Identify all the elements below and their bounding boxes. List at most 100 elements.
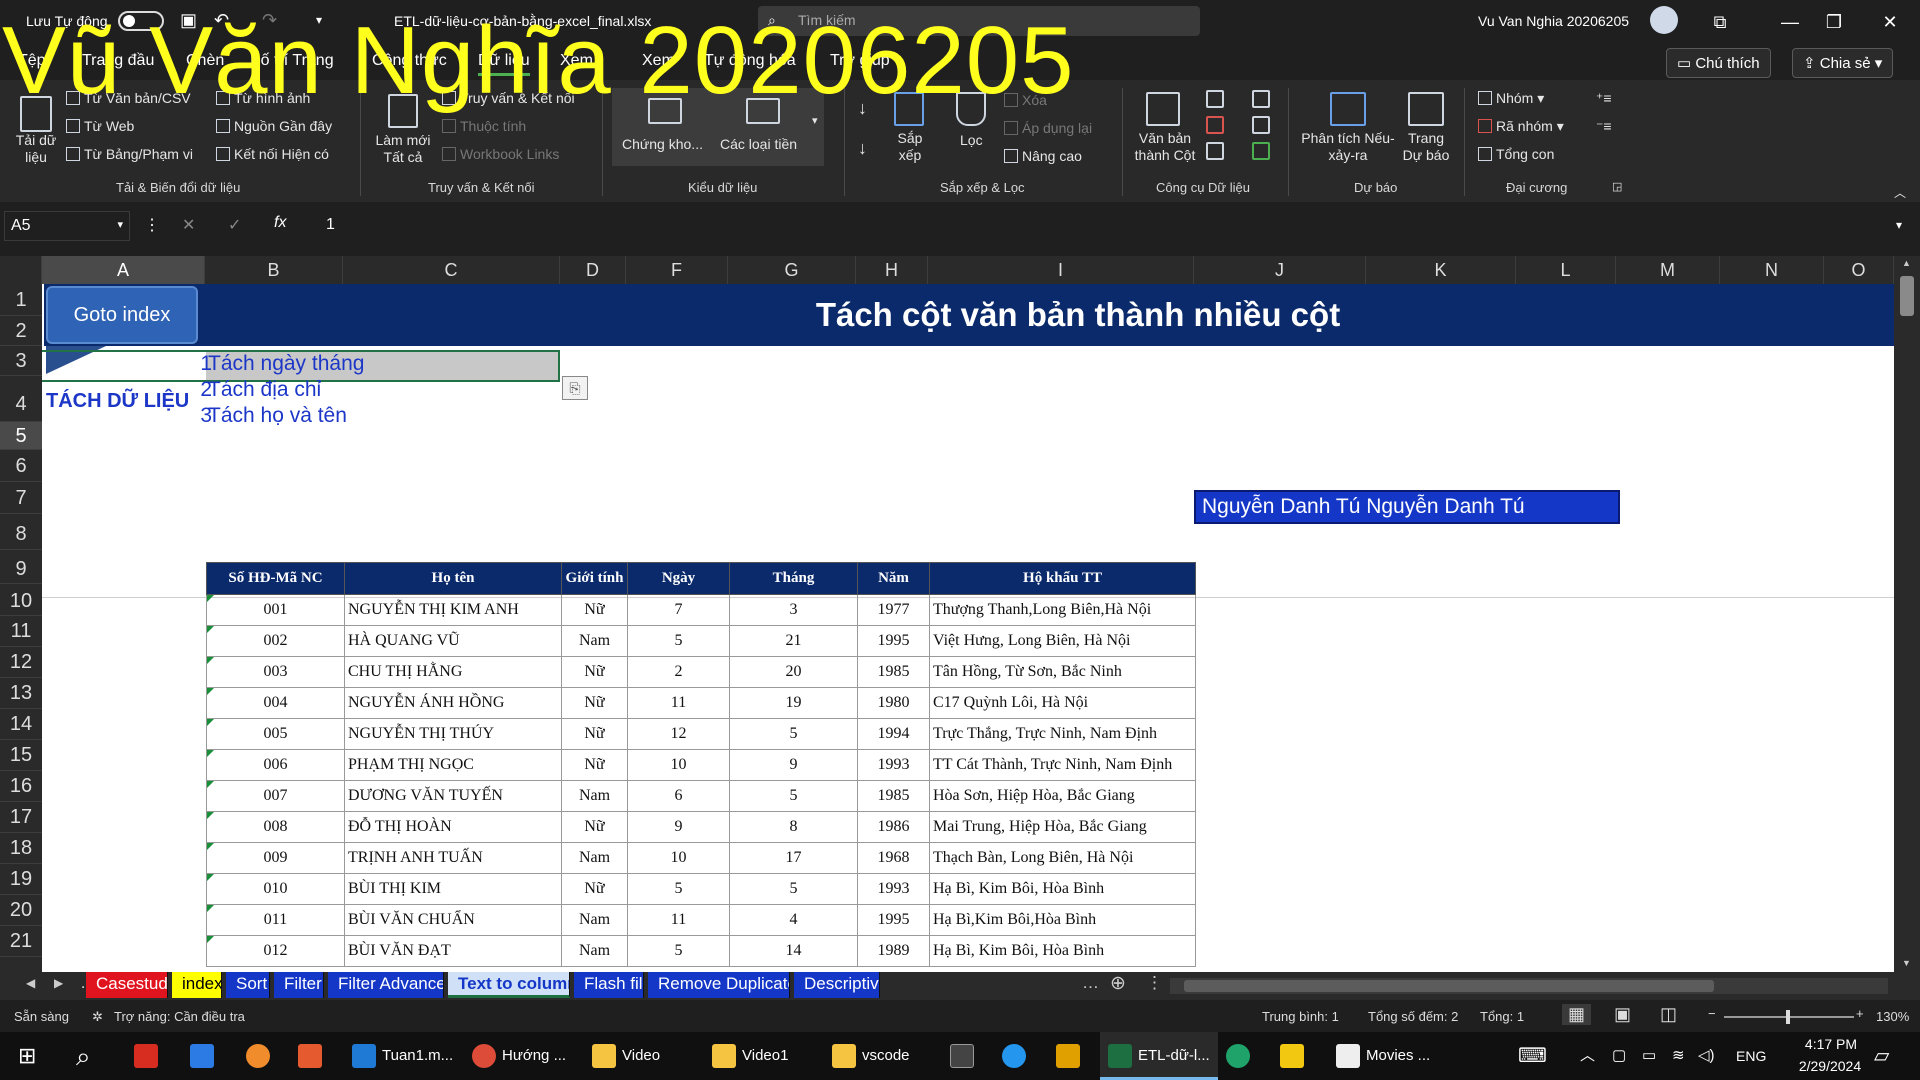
table-cell[interactable]: 1994 [857, 718, 930, 750]
language-indicator[interactable]: ENG [1736, 1032, 1766, 1080]
table-cell[interactable]: Thạch Bàn, Long Biên, Hà Nội [929, 842, 1196, 874]
forecast-sheet-button[interactable]: Trang Dự báo [1400, 130, 1452, 164]
row-header[interactable]: 5 [0, 422, 42, 450]
table-cell[interactable]: 1980 [857, 687, 930, 719]
col-header-i[interactable]: I [928, 256, 1194, 284]
row-header[interactable]: 9 [0, 550, 42, 584]
app-search-icon[interactable] [246, 1032, 276, 1080]
row-header[interactable]: 8 [0, 514, 42, 550]
share-button[interactable]: ⇪ Chia sẻ ▾ [1792, 48, 1894, 78]
flash-fill-icon[interactable] [1206, 90, 1224, 108]
taskbar-app-excel[interactable]: ETL-dữ-l... [1100, 1032, 1218, 1080]
table-cell[interactable]: 1985 [857, 780, 930, 812]
list-item-link[interactable]: Tách ngày tháng [208, 352, 364, 376]
table-cell[interactable]: 007 [206, 780, 345, 812]
col-header-h[interactable]: H [856, 256, 928, 284]
row-header[interactable]: 13 [0, 678, 42, 709]
taskbar-app-folder-video1[interactable]: Video1 [706, 1032, 794, 1080]
dialog-launcher-icon[interactable]: ◲ [1612, 180, 1622, 193]
row-header[interactable]: 15 [0, 740, 42, 771]
col-header-a[interactable]: A [42, 256, 205, 284]
table-cell[interactable]: 1986 [857, 811, 930, 843]
zoom-level[interactable]: 130% [1876, 1009, 1909, 1024]
existing-connections-button[interactable]: Kết nối Hiện có [216, 146, 329, 162]
reapply-button[interactable]: Áp dụng lại [1004, 120, 1092, 136]
col-header-o[interactable]: O [1824, 256, 1894, 284]
table-cell[interactable]: 10 [627, 842, 730, 874]
col-header-k[interactable]: K [1366, 256, 1516, 284]
wifi-icon[interactable]: ≋ [1672, 1032, 1685, 1080]
scroll-up-icon[interactable]: ▲ [1902, 258, 1911, 268]
sum-value[interactable]: Tổng: 1 [1480, 1009, 1524, 1024]
table-cell[interactable]: 6 [627, 780, 730, 812]
windows-start-icon[interactable]: ⊞ [18, 1032, 36, 1080]
table-cell[interactable]: Nữ [561, 749, 628, 781]
device-icon[interactable]: ▢ [1612, 1032, 1626, 1080]
goto-index-button[interactable]: Goto index [46, 286, 198, 344]
subtotal-button[interactable]: Tổng con [1478, 146, 1554, 162]
table-cell[interactable]: 010 [206, 873, 345, 905]
zoom-out-icon[interactable]: − [1708, 1006, 1716, 1021]
comments-button[interactable]: ▭ Chú thích [1666, 48, 1771, 78]
table-cell[interactable]: 1985 [857, 656, 930, 688]
row-header[interactable]: 7 [0, 482, 42, 514]
table-header[interactable]: Họ tên [344, 562, 562, 595]
table-cell[interactable]: Nam [561, 842, 628, 874]
table-header[interactable]: Số HĐ-Mã NC [206, 562, 345, 595]
table-cell[interactable]: Thượng Thanh,Long Biên,Hà Nội [929, 594, 1196, 626]
table-cell[interactable]: 2 [627, 656, 730, 688]
stocks-button[interactable]: Chứng kho... [622, 136, 703, 152]
row-header[interactable]: 19 [0, 864, 42, 895]
col-header-b[interactable]: B [205, 256, 343, 284]
table-cell[interactable]: Nam [561, 780, 628, 812]
table-cell[interactable]: NGUYỄN THỊ THÚY [344, 718, 562, 750]
average-value[interactable]: Trung bình: 1 [1262, 1009, 1339, 1024]
table-header[interactable]: Giới tính [561, 562, 628, 595]
table-cell[interactable]: 011 [206, 904, 345, 936]
table-cell[interactable]: 1989 [857, 935, 930, 967]
table-cell[interactable]: PHẠM THỊ NGỌC [344, 749, 562, 781]
collapse-ribbon-icon[interactable]: ︿ [1894, 184, 1906, 201]
table-cell[interactable]: 4 [729, 904, 858, 936]
sheet-tab[interactable]: Flash fill [574, 972, 644, 998]
table-cell[interactable]: Nữ [561, 873, 628, 905]
worksheet[interactable]: Tách cột văn bản thành nhiều cột Goto in… [42, 284, 1894, 972]
table-cell[interactable]: NGUYỄN THỊ KIM ANH [344, 594, 562, 626]
name-box[interactable]: A5 ▾ [4, 211, 130, 241]
row-header[interactable]: 4 [0, 376, 42, 422]
col-header-f[interactable]: F [626, 256, 728, 284]
powerbi-icon[interactable] [1280, 1032, 1310, 1080]
table-header[interactable]: Ngày [627, 562, 730, 595]
table-cell[interactable]: 5 [627, 625, 730, 657]
table-cell[interactable]: 5 [627, 935, 730, 967]
taskbar-app-folder-video[interactable]: Video [586, 1032, 666, 1080]
table-cell[interactable]: 1993 [857, 749, 930, 781]
sheet-tab[interactable]: Filter Advanced [328, 972, 444, 998]
restore-icon[interactable]: ❐ [1814, 8, 1854, 36]
row-header[interactable]: 16 [0, 771, 42, 802]
terminal-icon[interactable] [950, 1032, 980, 1080]
table-cell[interactable]: 006 [206, 749, 345, 781]
scroll-down-icon[interactable]: ▼ [1902, 958, 1911, 968]
refresh-all-button[interactable]: Làm mới Tất cả [372, 132, 434, 166]
search-icon[interactable]: ⌕ [76, 1032, 91, 1080]
select-all-corner[interactable] [0, 256, 42, 284]
currencies-button[interactable]: Các loại tiền [720, 136, 797, 152]
edge-icon[interactable] [1226, 1032, 1256, 1080]
col-header-l[interactable]: L [1516, 256, 1616, 284]
cancel-icon[interactable]: ✕ [182, 215, 195, 235]
table-cell[interactable]: 5 [729, 780, 858, 812]
sheet-tab[interactable]: Casestudy [86, 972, 168, 998]
table-cell[interactable]: 21 [729, 625, 858, 657]
row-header[interactable]: 12 [0, 647, 42, 678]
more-sheets-right-icon[interactable]: … [1082, 973, 1099, 993]
table-cell[interactable]: TT Cát Thành, Trực Ninh, Nam Định [929, 749, 1196, 781]
table-cell[interactable]: Trực Thắng, Trực Ninh, Nam Định [929, 718, 1196, 750]
table-cell[interactable]: ĐỖ THỊ HOÀN [344, 811, 562, 843]
table-cell[interactable]: Nữ [561, 687, 628, 719]
data-validation-icon[interactable] [1206, 142, 1224, 160]
zoom-slider-thumb[interactable] [1786, 1010, 1790, 1024]
taskbar-app-movies[interactable]: Movies ... [1330, 1032, 1436, 1080]
workbook-links-button[interactable]: Workbook Links [442, 146, 559, 162]
table-cell[interactable]: 001 [206, 594, 345, 626]
